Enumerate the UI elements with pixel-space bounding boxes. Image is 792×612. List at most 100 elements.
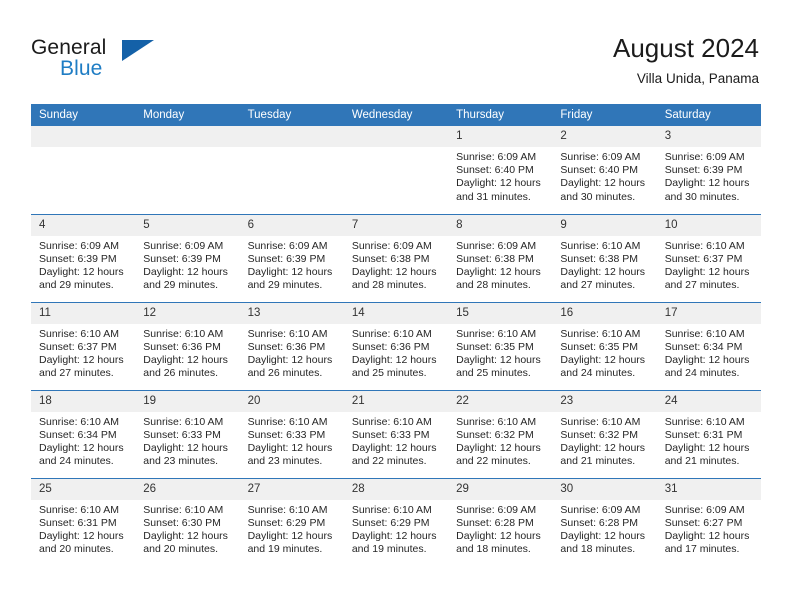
day-number: 28 — [343, 478, 449, 500]
calendar-day-cell[interactable]: 2 Sunrise: 6:09 AM Sunset: 6:40 PM Daylight… — [552, 126, 657, 214]
sunrise-text: Sunrise: 6:10 AM — [39, 415, 119, 428]
day-cell-inner: 19 Sunrise: 6:10 AM Sunset: 6:33 PM Dayligh… — [135, 390, 240, 478]
calendar-day-cell[interactable]: 5 Sunrise: 6:09 AM Sunset: 6:39 PM Daylight… — [135, 213, 240, 302]
sunset-text: Sunset: 6:33 PM — [351, 428, 430, 441]
day-cell-inner: 8 Sunrise: 6:09 AM Sunset: 6:38 PM Daylight… — [448, 214, 553, 302]
day-cell-inner: 9 Sunrise: 6:10 AM Sunset: 6:38 PM Daylight… — [552, 214, 657, 302]
calendar-day-cell[interactable]: 11 Sunrise: 6:10 AM Sunset: 6:37 PM Dayligh… — [31, 301, 136, 390]
daylight-text-line2: and 24 minutes. — [664, 367, 740, 380]
day-cell-inner: 11 Sunrise: 6:10 AM Sunset: 6:37 PM Dayligh… — [31, 302, 136, 390]
day-number: 27 — [239, 478, 344, 500]
calendar-day-cell[interactable]: 17 Sunrise: 6:10 AM Sunset: 6:34 PM Dayligh… — [656, 301, 761, 390]
day-cell-inner: 30 Sunrise: 6:09 AM Sunset: 6:28 PM Dayligh… — [552, 478, 657, 567]
calendar-day-cell[interactable]: 23 Sunrise: 6:10 AM Sunset: 6:32 PM Dayligh… — [552, 389, 657, 478]
daylight-text-line1: Daylight: 12 hours — [560, 441, 646, 454]
calendar-day-cell[interactable]: 25 Sunrise: 6:10 AM Sunset: 6:31 PM Dayligh… — [31, 477, 136, 566]
calendar-day-cell[interactable]: 7 Sunrise: 6:09 AM Sunset: 6:38 PM Daylight… — [343, 213, 449, 302]
sun-info: Sunrise: 6:10 AM Sunset: 6:36 PM Daylight:… — [240, 324, 344, 381]
calendar-day-cell[interactable]: 13 Sunrise: 6:10 AM Sunset: 6:36 PM Dayligh… — [239, 301, 344, 390]
calendar-day-cell[interactable]: 8 Sunrise: 6:09 AM Sunset: 6:38 PM Daylight… — [448, 213, 553, 302]
daylight-text-line2: and 28 minutes. — [456, 279, 531, 292]
daylight-text-line2: and 24 minutes. — [39, 455, 114, 468]
sun-info: Sunrise: 6:09 AM Sunset: 6:28 PM Daylight:… — [448, 500, 552, 557]
day-cell-inner: 26 Sunrise: 6:10 AM Sunset: 6:30 PM Dayligh… — [135, 478, 240, 567]
daylight-text-line1: Daylight: 12 hours — [143, 441, 228, 454]
brand-logo[interactable]: General Blue — [31, 36, 231, 88]
sunset-text: Sunset: 6:34 PM — [39, 428, 117, 441]
calendar-day-cell[interactable]: 26 Sunrise: 6:10 AM Sunset: 6:30 PM Dayligh… — [135, 477, 240, 567]
daylight-text-line1: Daylight: 12 hours — [351, 529, 437, 542]
daylight-text-line2: and 27 minutes. — [39, 367, 114, 380]
calendar-day-cell[interactable]: 9 Sunrise: 6:10 AM Sunset: 6:38 PM Daylight… — [552, 213, 657, 302]
sunrise-text: Sunrise: 6:09 AM — [351, 239, 432, 252]
daylight-text-line1: Daylight: 12 hours — [39, 529, 124, 542]
calendar-day-cell[interactable]: 16 Sunrise: 6:10 AM Sunset: 6:35 PM Dayligh… — [552, 301, 657, 390]
calendar-day-cell[interactable]: 6 Sunrise: 6:09 AM Sunset: 6:39 PM Daylight… — [239, 213, 344, 302]
day-cell-inner: 20 Sunrise: 6:10 AM Sunset: 6:33 PM Dayligh… — [239, 390, 344, 478]
sun-info: Sunrise: 6:10 AM Sunset: 6:31 PM Daylight:… — [31, 500, 135, 557]
weekday-header-friday: Friday — [552, 104, 657, 126]
calendar-day-cell[interactable]: 19 Sunrise: 6:10 AM Sunset: 6:33 PM Dayligh… — [135, 389, 240, 478]
calendar-day-cell[interactable]: 30 Sunrise: 6:09 AM Sunset: 6:28 PM Dayligh… — [552, 477, 657, 567]
day-number: 1 — [448, 126, 553, 147]
sunset-text: Sunset: 6:28 PM — [560, 516, 639, 529]
sun-info: Sunrise: 6:10 AM Sunset: 6:30 PM Daylight:… — [135, 500, 239, 557]
daylight-text-line1: Daylight: 12 hours — [664, 265, 750, 278]
daylight-text-line2: and 25 minutes. — [456, 367, 531, 380]
calendar-day-cell[interactable]: 14 Sunrise: 6:10 AM Sunset: 6:36 PM Dayligh… — [343, 301, 449, 390]
sunrise-text: Sunrise: 6:10 AM — [664, 239, 745, 252]
sun-info: Sunrise: 6:09 AM Sunset: 6:40 PM Daylight:… — [552, 147, 656, 204]
calendar-day-cell[interactable]: 21 Sunrise: 6:10 AM Sunset: 6:33 PM Dayligh… — [343, 389, 449, 478]
day-cell-inner — [343, 126, 449, 214]
day-number: 20 — [239, 390, 344, 412]
calendar-day-cell[interactable]: 12 Sunrise: 6:10 AM Sunset: 6:36 PM Dayligh… — [135, 301, 240, 390]
calendar-page: General Blue August 2024 Villa Unida, Pa… — [0, 0, 792, 612]
calendar-day-cell[interactable]: 27 Sunrise: 6:10 AM Sunset: 6:29 PM Dayligh… — [239, 477, 344, 566]
calendar-day-cell[interactable]: 10 Sunrise: 6:10 AM Sunset: 6:37 PM Dayligh… — [656, 213, 761, 302]
sunrise-text: Sunrise: 6:10 AM — [351, 415, 432, 428]
sunset-text: Sunset: 6:38 PM — [560, 252, 639, 265]
day-cell-inner — [239, 126, 344, 214]
day-cell-inner: 28 Sunrise: 6:10 AM Sunset: 6:29 PM Dayligh… — [343, 478, 449, 567]
sun-info: Sunrise: 6:09 AM Sunset: 6:39 PM Daylight:… — [657, 147, 761, 204]
sun-info: Sunrise: 6:09 AM Sunset: 6:38 PM Daylight:… — [344, 236, 448, 293]
sun-info: Sunrise: 6:10 AM Sunset: 6:38 PM Daylight:… — [552, 236, 656, 293]
sun-info: Sunrise: 6:10 AM Sunset: 6:33 PM Daylight:… — [240, 412, 344, 469]
calendar-day-cell[interactable]: 1 Sunrise: 6:09 AM Sunset: 6:40 PM Daylight… — [448, 126, 553, 214]
day-number — [343, 126, 449, 147]
daylight-text-line2: and 28 minutes. — [351, 279, 427, 292]
calendar-day-cell[interactable]: 29 Sunrise: 6:09 AM Sunset: 6:28 PM Dayligh… — [448, 477, 553, 566]
sunset-text: Sunset: 6:37 PM — [664, 252, 743, 265]
sunset-text: Sunset: 6:39 PM — [39, 252, 117, 265]
calendar-day-cell[interactable]: 31 Sunrise: 6:09 AM Sunset: 6:27 PM Dayligh… — [656, 477, 761, 566]
day-cell-inner: 18 Sunrise: 6:10 AM Sunset: 6:34 PM Dayligh… — [31, 390, 136, 478]
calendar-day-cell[interactable]: 18 Sunrise: 6:10 AM Sunset: 6:34 PM Dayligh… — [31, 389, 136, 478]
sunset-text: Sunset: 6:27 PM — [664, 516, 743, 529]
page-header: General Blue August 2024 Villa Unida, Pa… — [0, 0, 792, 100]
sunset-text: Sunset: 6:34 PM — [664, 340, 743, 353]
day-number: 13 — [239, 302, 344, 324]
sunrise-text: Sunrise: 6:10 AM — [351, 327, 432, 340]
day-number: 30 — [552, 478, 657, 500]
daylight-text-line2: and 30 minutes. — [664, 190, 740, 203]
sun-info: Sunrise: 6:10 AM Sunset: 6:33 PM Daylight:… — [344, 412, 448, 469]
sunrise-text: Sunrise: 6:10 AM — [560, 239, 641, 252]
calendar-day-cell[interactable]: 22 Sunrise: 6:10 AM Sunset: 6:32 PM Dayligh… — [448, 389, 553, 478]
calendar-day-cell[interactable]: 28 Sunrise: 6:10 AM Sunset: 6:29 PM Dayligh… — [343, 477, 449, 567]
calendar-day-cell[interactable]: 15 Sunrise: 6:10 AM Sunset: 6:35 PM Dayligh… — [448, 301, 553, 390]
calendar-day-cell[interactable]: 20 Sunrise: 6:10 AM Sunset: 6:33 PM Dayligh… — [239, 389, 344, 478]
calendar-day-cell[interactable]: 3 Sunrise: 6:09 AM Sunset: 6:39 PM Daylight… — [656, 126, 761, 214]
calendar-day-cell[interactable]: 24 Sunrise: 6:10 AM Sunset: 6:31 PM Dayligh… — [656, 389, 761, 478]
day-number — [239, 126, 344, 147]
day-number: 12 — [135, 302, 240, 324]
day-cell-inner: 4 Sunrise: 6:09 AM Sunset: 6:39 PM Daylight… — [31, 214, 136, 302]
sunset-text: Sunset: 6:39 PM — [143, 252, 221, 265]
daylight-text-line1: Daylight: 12 hours — [664, 353, 750, 366]
sunset-text: Sunset: 6:30 PM — [143, 516, 221, 529]
day-number — [31, 126, 136, 147]
daylight-text-line1: Daylight: 12 hours — [351, 441, 437, 454]
calendar-day-cell-empty — [31, 126, 136, 214]
calendar-day-cell[interactable]: 4 Sunrise: 6:09 AM Sunset: 6:39 PM Daylight… — [31, 213, 136, 302]
daylight-text-line2: and 26 minutes. — [143, 367, 218, 380]
day-number: 7 — [343, 214, 449, 236]
